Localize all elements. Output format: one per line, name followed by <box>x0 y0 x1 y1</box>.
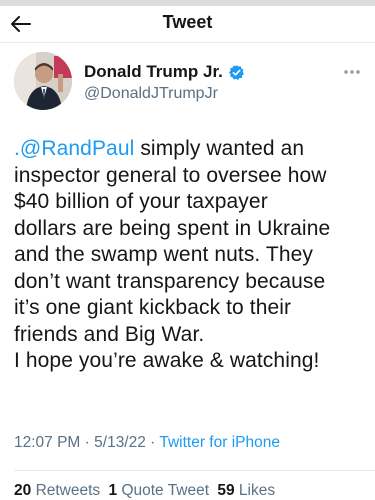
tweet-metadata: 12:07 PM · 5/13/22 · Twitter for iPhone <box>14 434 364 452</box>
more-dots-icon <box>344 70 360 74</box>
divider <box>14 470 375 471</box>
likes-label: Likes <box>238 482 276 499</box>
tweet-date: 5/13/22 <box>94 434 146 451</box>
tweet-line: $40 billion of your taxpayer <box>14 190 268 213</box>
tweet-line: inspector general to oversee how <box>14 163 327 187</box>
tweet-line: I hope you’re awake & watching! <box>14 349 320 372</box>
tweet-text-segment: simply wanted an <box>134 137 305 160</box>
tweet-source-link[interactable]: Twitter for iPhone <box>159 434 280 451</box>
quote-tweets-label: Quote Tweet <box>121 482 210 499</box>
avatar[interactable] <box>14 52 72 110</box>
tweet-line: and the swamp went nuts. They <box>14 243 314 266</box>
tweet-line: dollars are being spent in Ukraine <box>14 216 331 240</box>
more-options-button[interactable] <box>340 64 364 80</box>
author-handle[interactable]: @DonaldJTrumpJr <box>84 85 218 103</box>
tweet-line: friends and Big War. <box>14 322 205 346</box>
tweet-body: .@RandPaul simply wanted an inspector ge… <box>14 136 364 375</box>
tweet-stats: 20 Retweets 1 Quote Tweet 59 Likes <box>14 482 374 500</box>
meta-separator: · <box>80 434 95 451</box>
meta-separator: · <box>145 434 160 451</box>
name-row: Donald Trump Jr. <box>84 62 245 82</box>
mention-link[interactable]: .@RandPaul <box>14 137 134 160</box>
author-display-name[interactable]: Donald Trump Jr. <box>84 62 223 82</box>
avatar-image <box>14 52 72 110</box>
app-header: Tweet <box>0 6 375 43</box>
tweet-line: .@RandPaul simply wanted an <box>14 136 364 163</box>
retweets-count: 20 <box>14 482 32 499</box>
page-title: Tweet <box>162 12 213 32</box>
retweets-label: Retweets <box>35 482 101 499</box>
quote-tweets-stat[interactable]: 1 Quote Tweet <box>109 482 210 499</box>
tweet-line: it’s one giant kickback to their <box>14 296 292 319</box>
likes-count: 59 <box>217 482 235 499</box>
quote-tweets-count: 1 <box>108 482 118 499</box>
retweets-stat[interactable]: 20 Retweets <box>14 482 100 499</box>
tweet-line: don’t want transparency because <box>14 269 326 293</box>
verified-badge-icon <box>228 64 244 80</box>
tweet-author: Donald Trump Jr. @DonaldJTrumpJr <box>14 52 364 114</box>
tweet-time: 12:07 PM <box>14 434 81 451</box>
likes-stat[interactable]: 59 Likes <box>217 482 275 499</box>
